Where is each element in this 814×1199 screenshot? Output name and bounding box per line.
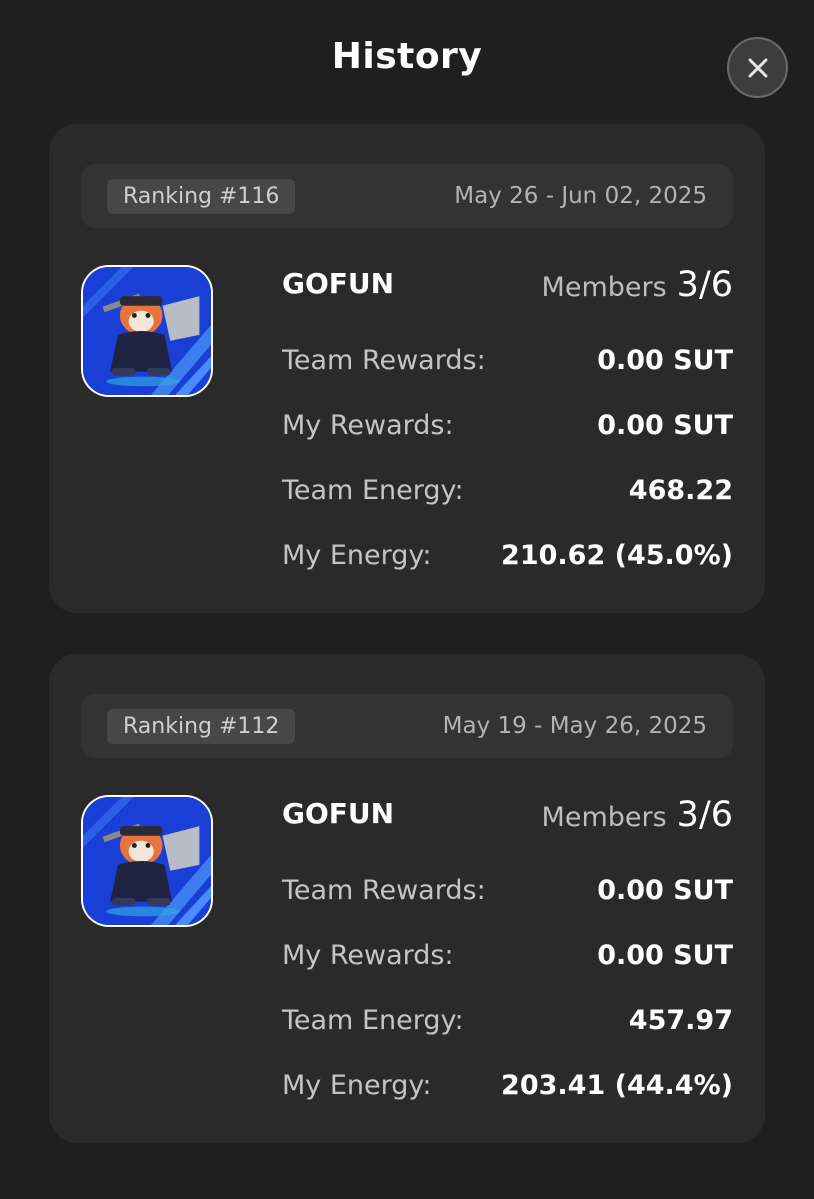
members-count: Members 3/6 bbox=[542, 265, 733, 305]
stat-row-team-energy: Team Energy: 457.97 bbox=[282, 1000, 733, 1040]
stat-label: Team Energy: bbox=[282, 1004, 464, 1036]
team-name: GOFUN bbox=[282, 797, 395, 830]
history-card: Ranking #116 May 26 - Jun 02, 2025 GOFUN… bbox=[49, 124, 765, 613]
stat-row-my-rewards: My Rewards: 0.00 SUT bbox=[282, 405, 733, 445]
stat-row-my-energy: My Energy: 210.62 (45.0%) bbox=[282, 535, 733, 575]
stat-label: Team Rewards: bbox=[282, 344, 486, 376]
history-screen: History Ranking #116 May 26 - Jun 02, 20… bbox=[0, 0, 814, 1199]
history-card: Ranking #112 May 19 - May 26, 2025 GOFUN… bbox=[49, 654, 765, 1143]
stat-label: My Rewards: bbox=[282, 409, 454, 441]
stat-value: 468.22 bbox=[628, 474, 733, 506]
stat-value: 0.00 SUT bbox=[597, 874, 733, 906]
stat-row-team-energy: Team Energy: 468.22 bbox=[282, 470, 733, 510]
fox-samurai-avatar-icon bbox=[83, 797, 211, 925]
fox-samurai-avatar-icon bbox=[83, 267, 211, 395]
stat-value: 0.00 SUT bbox=[597, 344, 733, 376]
date-range: May 26 - Jun 02, 2025 bbox=[454, 183, 707, 209]
stat-label: Team Energy: bbox=[282, 474, 464, 506]
stat-row-team-rewards: Team Rewards: 0.00 SUT bbox=[282, 340, 733, 380]
stat-row-my-energy: My Energy: 203.41 (44.4%) bbox=[282, 1065, 733, 1105]
ranking-badge: Ranking #112 bbox=[107, 709, 296, 744]
stat-label: My Energy: bbox=[282, 1069, 432, 1101]
card-header: Ranking #116 May 26 - Jun 02, 2025 bbox=[81, 164, 733, 228]
stat-value: 0.00 SUT bbox=[597, 409, 733, 441]
members-value: 3/6 bbox=[676, 265, 733, 305]
stat-value: 203.41 (44.4%) bbox=[501, 1069, 733, 1101]
stat-row-my-rewards: My Rewards: 0.00 SUT bbox=[282, 935, 733, 975]
stat-value: 210.62 (45.0%) bbox=[501, 539, 733, 571]
team-avatar[interactable] bbox=[81, 265, 213, 397]
team-avatar[interactable] bbox=[81, 795, 213, 927]
stat-value: 457.97 bbox=[628, 1004, 733, 1036]
members-count: Members 3/6 bbox=[542, 795, 733, 835]
stat-label: Team Rewards: bbox=[282, 874, 486, 906]
members-label: Members bbox=[541, 272, 667, 303]
members-label: Members bbox=[541, 802, 667, 833]
card-header: Ranking #112 May 19 - May 26, 2025 bbox=[81, 694, 733, 758]
close-button[interactable] bbox=[727, 37, 788, 98]
team-name: GOFUN bbox=[282, 267, 395, 300]
stat-label: My Rewards: bbox=[282, 939, 454, 971]
stat-row-team-rewards: Team Rewards: 0.00 SUT bbox=[282, 870, 733, 910]
date-range: May 19 - May 26, 2025 bbox=[442, 713, 707, 739]
stat-label: My Energy: bbox=[282, 539, 432, 571]
stat-value: 0.00 SUT bbox=[597, 939, 733, 971]
close-icon bbox=[748, 58, 767, 77]
page-title: History bbox=[331, 36, 483, 77]
ranking-badge: Ranking #116 bbox=[107, 179, 296, 214]
members-value: 3/6 bbox=[676, 795, 733, 835]
